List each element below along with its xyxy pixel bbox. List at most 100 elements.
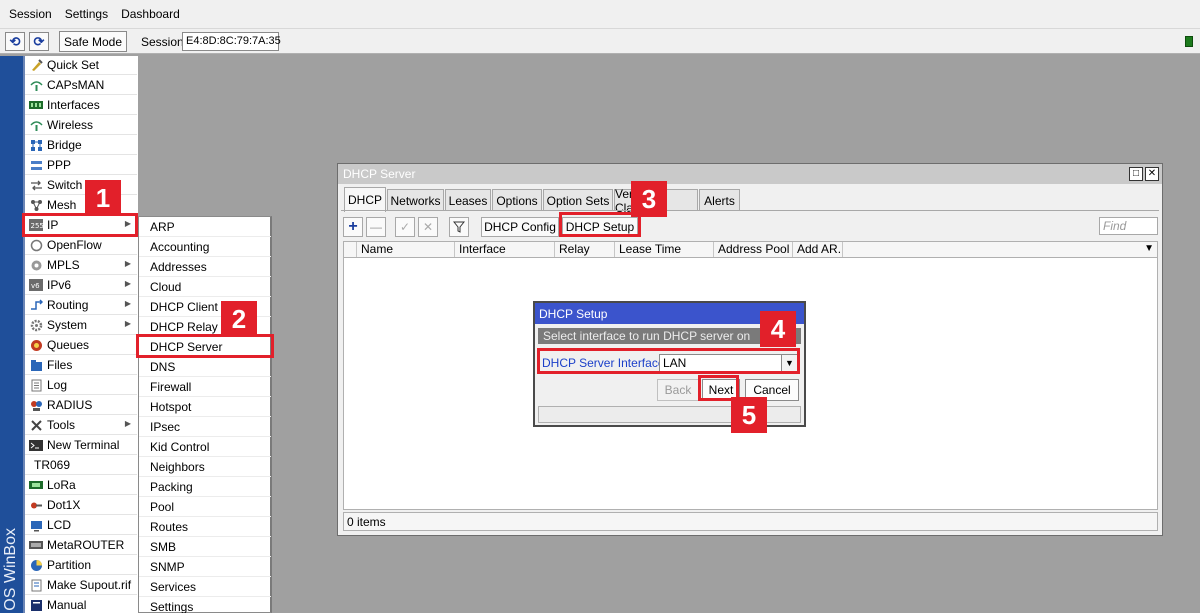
submenu-item-accounting[interactable]: Accounting: [139, 237, 271, 257]
window-title[interactable]: DHCP Server: [338, 164, 1162, 184]
column-add-arp[interactable]: Add AR...: [793, 242, 843, 257]
supout-icon: [29, 579, 43, 592]
submenu-item-ipsec[interactable]: IPsec: [139, 417, 271, 437]
disable-icon[interactable]: ✕: [418, 217, 438, 237]
tab-alerts[interactable]: Alerts: [699, 189, 740, 211]
sidebar-item-make-supout[interactable]: Make Supout.rif: [25, 576, 137, 595]
menu-bar: Session Settings Dashboard: [0, 0, 1200, 28]
step-badge-1: 1: [85, 180, 121, 216]
sidebar-item-label: PPP: [47, 158, 72, 172]
redo-icon[interactable]: ⟳: [29, 32, 49, 51]
sidebar-item-label: New Terminal: [47, 438, 120, 452]
sidebar-item-metarouter[interactable]: MetaROUTER: [25, 536, 137, 555]
sidebar-item-partition[interactable]: Partition: [25, 556, 137, 575]
sidebar-item-label: TR069: [34, 458, 71, 472]
highlight-ip: [22, 213, 138, 237]
sidebar-item-capsman[interactable]: CAPsMAN: [25, 76, 137, 95]
sidebar-item-files[interactable]: Files: [25, 356, 137, 375]
column-menu-icon[interactable]: ▼: [1144, 243, 1154, 254]
menu-settings[interactable]: Settings: [56, 7, 112, 21]
sidebar-item-openflow[interactable]: OpenFlow: [25, 236, 137, 255]
column-name[interactable]: Name: [357, 242, 455, 257]
step-badge-5: 5: [731, 397, 767, 433]
sidebar-item-system[interactable]: System ▶: [25, 316, 137, 335]
add-icon[interactable]: +: [343, 217, 363, 237]
sidebar-item-lora[interactable]: LoRa: [25, 476, 137, 495]
submenu-item-smb[interactable]: SMB: [139, 537, 271, 557]
dhcp-config-button[interactable]: DHCP Config: [481, 217, 559, 237]
tab-options[interactable]: Options: [492, 189, 542, 211]
submenu-item-neighbors[interactable]: Neighbors: [139, 457, 271, 477]
svg-text:v6: v6: [31, 282, 40, 290]
submenu-item-snmp[interactable]: SNMP: [139, 557, 271, 577]
sidebar-item-tools[interactable]: Tools ▶: [25, 416, 137, 435]
menu-session[interactable]: Session: [0, 7, 56, 21]
ppp-icon: [29, 159, 43, 172]
sidebar-item-queues[interactable]: Queues: [25, 336, 137, 355]
submenu-item-firewall[interactable]: Firewall: [139, 377, 271, 397]
sidebar-item-bridge[interactable]: Bridge: [25, 136, 137, 155]
session-field[interactable]: E4:8D:8C:79:7A:35: [182, 32, 281, 51]
tab-divider: [341, 210, 1159, 211]
sidebar-item-routing[interactable]: Routing ▶: [25, 296, 137, 315]
sidebar-item-label: LoRa: [47, 478, 76, 492]
sidebar-item-interfaces[interactable]: Interfaces: [25, 96, 137, 115]
openflow-icon: [29, 239, 43, 252]
submenu-item-cloud[interactable]: Cloud: [139, 277, 271, 297]
tab-option-sets[interactable]: Option Sets: [543, 189, 613, 211]
submenu-arrow-icon: ▶: [124, 279, 131, 288]
sidebar-item-manual[interactable]: Manual: [25, 596, 137, 613]
column-lease-time[interactable]: Lease Time: [615, 242, 714, 257]
tab-dhcp[interactable]: DHCP: [344, 187, 386, 212]
submenu-item-addresses[interactable]: Addresses: [139, 257, 271, 277]
menu-dashboard[interactable]: Dashboard: [112, 7, 184, 21]
switch-icon: [29, 179, 43, 192]
submenu-item-settings[interactable]: Settings: [139, 597, 271, 613]
sidebar-item-label: MPLS: [47, 258, 80, 272]
close-icon[interactable]: ✕: [1145, 167, 1159, 181]
submenu-item-services[interactable]: Services: [139, 577, 271, 597]
safe-mode-button[interactable]: Safe Mode: [59, 31, 127, 52]
find-input[interactable]: Find: [1099, 217, 1158, 235]
column-address-pool[interactable]: Address Pool: [714, 242, 793, 257]
sidebar-item-quick-set[interactable]: Quick Set: [25, 56, 137, 75]
sidebar-item-new-terminal[interactable]: New Terminal: [25, 436, 137, 455]
enable-icon[interactable]: ✓: [395, 217, 415, 237]
filter-icon[interactable]: [449, 217, 469, 237]
sidebar-item-label: System: [47, 318, 88, 332]
submenu-item-dns[interactable]: DNS: [139, 357, 271, 377]
interfaces-icon: [29, 99, 43, 112]
submenu-item-pool[interactable]: Pool: [139, 497, 271, 517]
maximize-icon[interactable]: □: [1129, 167, 1143, 181]
tab-leases[interactable]: Leases: [445, 189, 491, 211]
partition-icon: [29, 559, 43, 572]
sidebar-item-mpls[interactable]: MPLS ▶: [25, 256, 137, 275]
submenu-item-packing[interactable]: Packing: [139, 477, 271, 497]
tab-networks[interactable]: Networks: [387, 189, 444, 211]
quickset-icon: [29, 58, 43, 72]
sidebar-item-label: Manual: [47, 598, 87, 612]
highlight-dhcp-server: [136, 334, 274, 358]
undo-icon[interactable]: ⟲: [5, 32, 25, 51]
column-relay[interactable]: Relay: [555, 242, 615, 257]
sidebar-item-dot1x[interactable]: Dot1X: [25, 496, 137, 515]
sidebar-item-log[interactable]: Log: [25, 376, 137, 395]
submenu-item-kid-control[interactable]: Kid Control: [139, 437, 271, 457]
submenu-item-hotspot[interactable]: Hotspot: [139, 397, 271, 417]
sidebar-item-label: Mesh: [47, 198, 77, 212]
back-button[interactable]: Back: [657, 379, 699, 401]
sidebar-item-wireless[interactable]: Wireless: [25, 116, 137, 135]
remove-icon[interactable]: —: [366, 217, 386, 237]
sidebar-item-radius[interactable]: RADIUS: [25, 396, 137, 415]
column-interface[interactable]: Interface: [455, 242, 555, 257]
sidebar-item-ipv6[interactable]: v6 IPv6 ▶: [25, 276, 137, 295]
sidebar-item-tr069[interactable]: TR069: [25, 456, 137, 475]
sidebar-item-ppp[interactable]: PPP: [25, 156, 137, 175]
queues-icon: [29, 339, 43, 352]
submenu-item-arp[interactable]: ARP: [139, 217, 271, 237]
sidebar-item-label: Switch: [47, 178, 83, 192]
ip-submenu: ARP Accounting Addresses Cloud DHCP Clie…: [138, 216, 272, 613]
sidebar-item-lcd[interactable]: LCD: [25, 516, 137, 535]
submenu-item-routes[interactable]: Routes: [139, 517, 271, 537]
wireless-icon: [29, 119, 43, 132]
